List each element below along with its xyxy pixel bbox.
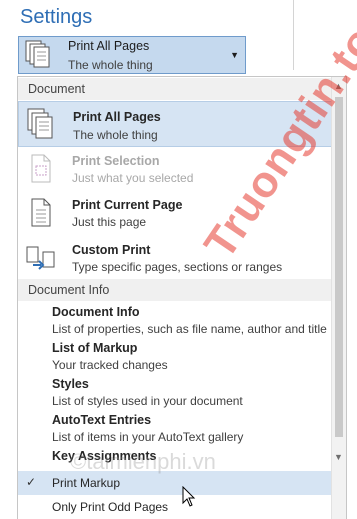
- menu-item-document-info[interactable]: Document Info List of properties, such a…: [52, 305, 327, 336]
- menu-scrollbar[interactable]: ▲ ▼: [331, 77, 346, 519]
- menu-item-custom-print[interactable]: Custom Print Type specific pages, sectio…: [18, 235, 333, 281]
- mouse-cursor-icon: [182, 485, 196, 513]
- scrollbar-thumb[interactable]: [335, 97, 343, 437]
- menu-item-list-of-markup[interactable]: List of Markup Your tracked changes: [52, 341, 168, 372]
- scroll-down-arrow-icon[interactable]: ▼: [334, 452, 343, 462]
- menu-item-styles[interactable]: Styles List of styles used in your docum…: [52, 377, 243, 408]
- print-range-dropdown[interactable]: Print All Pages The whole thing ▼: [18, 36, 246, 74]
- menu-item-print-current-page[interactable]: Print Current Page Just this page: [18, 191, 333, 235]
- checkmark-icon: ✓: [26, 475, 37, 489]
- selection-page-icon: [26, 153, 54, 190]
- option-only-print-odd-pages[interactable]: Only Print Odd Pages: [18, 495, 333, 519]
- section-document: Document: [18, 78, 333, 100]
- pages-stack-icon: [27, 108, 55, 145]
- print-range-title: Print All Pages: [68, 39, 150, 53]
- menu-item-autotext-entries[interactable]: AutoText Entries List of items in your A…: [52, 413, 243, 444]
- settings-heading: Settings: [20, 6, 93, 28]
- print-range-subtitle: The whole thing: [68, 58, 153, 72]
- custom-print-icon: [26, 243, 58, 278]
- single-page-icon: [26, 197, 54, 234]
- watermark-secondary: ©taimienphi.vn: [70, 449, 216, 474]
- dropdown-arrow-icon: ▼: [230, 50, 239, 60]
- pages-stack-icon: [25, 40, 51, 75]
- section-document-info: Document Info: [18, 279, 333, 301]
- divider: [293, 0, 294, 70]
